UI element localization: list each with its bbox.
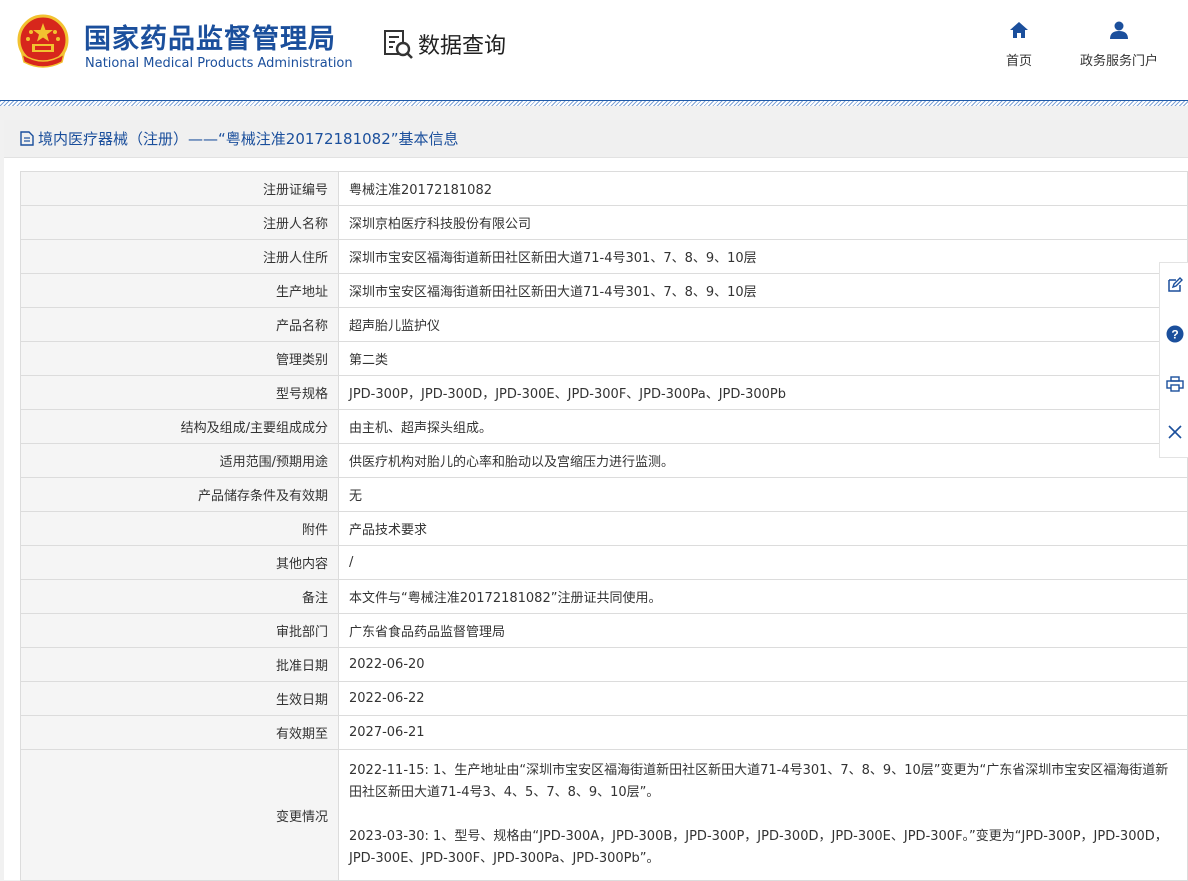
field-label: 产品储存条件及有效期 [20, 477, 339, 512]
field-value: 深圳京柏医疗科技股份有限公司 [338, 205, 1188, 240]
data-query-title: 数据查询 [382, 28, 506, 60]
table-row: 注册人住所 深圳市宝安区福海街道新田社区新田大道71-4号301、7、8、9、10… [20, 239, 1188, 274]
field-label: 管理类别 [20, 341, 339, 376]
nav-home-label: 首页 [1006, 54, 1033, 69]
field-label: 附件 [20, 511, 339, 546]
field-label: 型号规格 [20, 375, 339, 410]
field-label: 结构及组成/主要组成成分 [20, 409, 339, 444]
table-row: 产品储存条件及有效期无 [20, 477, 1188, 512]
field-value: 超声胎儿监护仪 [338, 307, 1188, 342]
table-row: 审批部门 广东省食品药品监督管理局 [20, 613, 1188, 648]
table-row: 型号规格 JPD-300P，JPD-300D，JPD-300E、JPD-300F、… [20, 375, 1188, 410]
field-label: 注册人住所 [20, 239, 339, 274]
field-label: 产品名称 [20, 307, 339, 342]
field-label: 审批部门 [20, 613, 339, 648]
field-value: 深圳市宝安区福海街道新田社区新田大道71-4号301、7、8、9、10层 [338, 273, 1188, 308]
help-icon[interactable]: ? [1166, 325, 1184, 347]
field-label: 生效日期 [20, 681, 339, 716]
user-icon [1110, 21, 1128, 39]
print-icon[interactable] [1165, 375, 1184, 396]
detail-panel: 境内医疗器械（注册）——“粤械注准20172181082”基本信息 注册证编号粤… [4, 120, 1188, 881]
header-divider [0, 100, 1188, 106]
nav-service-portal-label: 政务服务门户 [1080, 54, 1159, 69]
svg-text:?: ? [1171, 328, 1178, 342]
field-value: 第二类 [338, 341, 1188, 376]
field-value: 粤械注准20172181082 [338, 171, 1188, 206]
table-row: 注册证编号 粤械注准20172181082 [20, 171, 1188, 206]
table-row: 适用范围/预期用途 供医疗机构对胎儿的心率和胎动以及宫缩压力进行监测。 [20, 443, 1188, 478]
field-label: 注册人名称 [20, 205, 339, 240]
table-row: 其他内容 / [20, 545, 1188, 580]
table-row: 附件 产品技术要求 [20, 511, 1188, 546]
side-toolbar: ? [1159, 262, 1188, 458]
field-value: 无 [338, 477, 1188, 512]
field-value: / [338, 545, 1188, 580]
table-row: 生效日期 2022-06-22 [20, 681, 1188, 716]
field-value: 由主机、超声探头组成。 [338, 409, 1188, 444]
document-icon [20, 131, 34, 146]
org-name-cn: 国家药品监督管理局 [84, 24, 336, 55]
home-icon [1010, 22, 1028, 38]
page-title: 境内医疗器械（注册）——“粤械注准20172181082”基本信息 [4, 120, 1188, 158]
close-icon[interactable] [1167, 424, 1182, 443]
field-value: 产品技术要求 [338, 511, 1188, 546]
org-name-en: National Medical Products Administration [85, 56, 353, 71]
field-value: 供医疗机构对胎儿的心率和胎动以及宫缩压力进行监测。 [338, 443, 1188, 478]
field-label: 变更情况 [20, 749, 339, 881]
field-label: 注册证编号 [20, 171, 339, 206]
nav-service-portal[interactable]: 政务服务门户 [1080, 20, 1158, 69]
table-row-changes: 变更情况 2022-11-15: 1、生产地址由“深圳市宝安区福海街道新田社区新田… [20, 749, 1188, 881]
site-header: 国家药品监督管理局 National Medical Products Admi… [0, 0, 1188, 101]
registration-info-table: 注册证编号 粤械注准20172181082 注册人名称 深圳京柏医疗科技股份有限公司注… [20, 171, 1188, 881]
field-value: 本文件与“粤械注准20172181082”注册证共同使用。 [338, 579, 1188, 614]
table-row: 产品名称 超声胎儿监护仪 [20, 307, 1188, 342]
field-value: 2027-06-21 [338, 715, 1188, 750]
field-value: 2022-06-20 [338, 647, 1188, 682]
table-row: 生产地址 深圳市宝安区福海街道新田社区新田大道71-4号301、7、8、9、10层 [20, 273, 1188, 308]
change-entry: 2022-11-15: 1、生产地址由“深圳市宝安区福海街道新田社区新田大道71… [349, 763, 1169, 800]
table-row: 管理类别 第二类 [20, 341, 1188, 376]
field-label: 其他内容 [20, 545, 339, 580]
nav-home[interactable]: 首页 [1006, 20, 1032, 69]
field-value: 深圳市宝安区福海街道新田社区新田大道71-4号301、7、8、9、10层 [338, 239, 1188, 274]
field-label: 备注 [20, 579, 339, 614]
field-value: JPD-300P，JPD-300D，JPD-300E、JPD-300F、JPD-… [338, 375, 1188, 410]
data-query-label: 数据查询 [418, 34, 507, 59]
table-row: 批准日期 2022-06-20 [20, 647, 1188, 682]
page-title-text: 境内医疗器械（注册）——“粤械注准20172181082”基本信息 [38, 130, 459, 148]
field-label: 批准日期 [20, 647, 339, 682]
change-entry: 2023-03-30: 1、型号、规格由“JPD-300A，JPD-300B，J… [349, 829, 1168, 866]
change-history: 2022-11-15: 1、生产地址由“深圳市宝安区福海街道新田社区新田大道71… [338, 749, 1188, 881]
query-doc-icon [384, 30, 413, 59]
table-row: 注册人名称 深圳京柏医疗科技股份有限公司 [20, 205, 1188, 240]
field-label: 生产地址 [20, 273, 339, 308]
field-label: 有效期至 [20, 715, 339, 750]
field-value: 2022-06-22 [338, 681, 1188, 716]
table-row: 有效期至 2027-06-21 [20, 715, 1188, 750]
field-value: 广东省食品药品监督管理局 [338, 613, 1188, 648]
national-emblem-icon [17, 14, 69, 68]
field-label: 适用范围/预期用途 [20, 443, 339, 478]
table-row: 备注 本文件与“粤械注准20172181082”注册证共同使用。 [20, 579, 1188, 614]
edit-icon[interactable] [1167, 277, 1183, 297]
table-row: 结构及组成/主要组成成分 由主机、超声探头组成。 [20, 409, 1188, 444]
